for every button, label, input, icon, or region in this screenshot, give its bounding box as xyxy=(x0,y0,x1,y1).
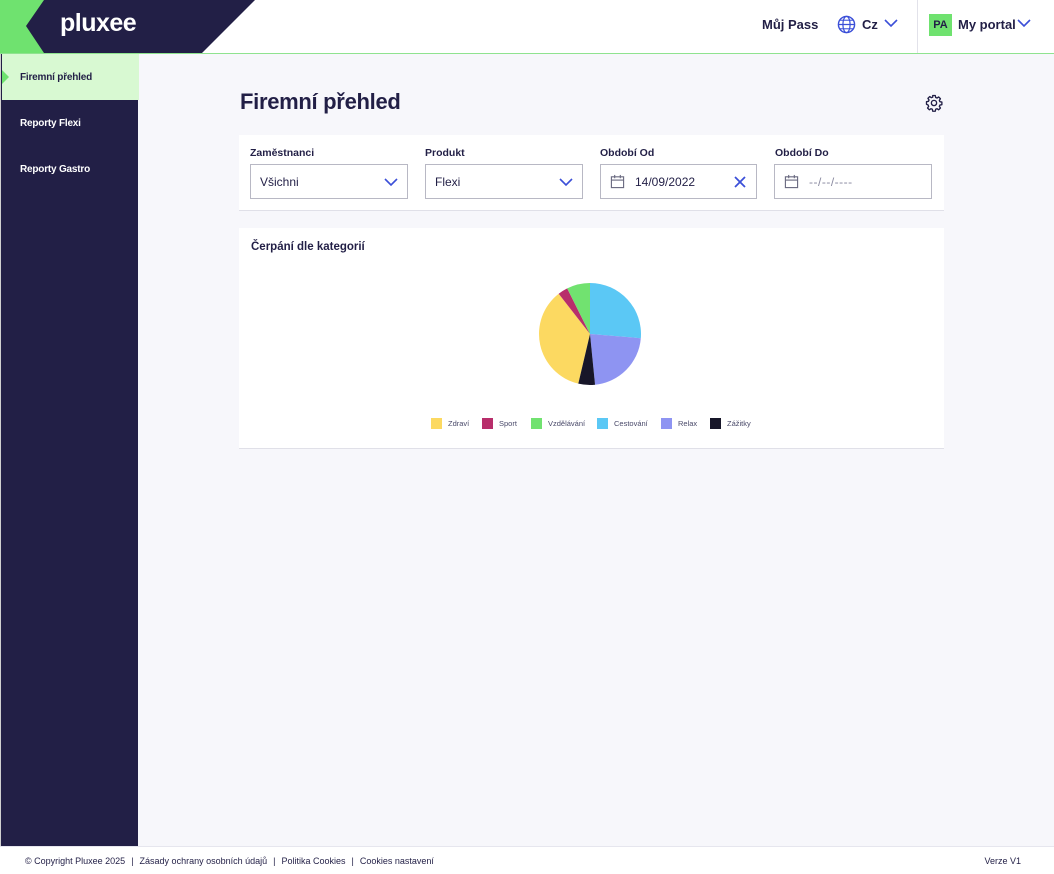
employees-value: Všichni xyxy=(260,175,299,189)
sidebar-item-label: Reporty Flexi xyxy=(20,117,81,129)
version-text: Verze V1 xyxy=(984,856,1021,866)
footer-separator: | xyxy=(351,856,354,866)
sidebar-item-reporty-flexi[interactable]: Reporty Flexi xyxy=(2,100,139,146)
calendar-icon[interactable] xyxy=(610,174,625,189)
copyright-text: © Copyright Pluxee 2025 xyxy=(25,856,126,866)
sidebar-item-label: Firemní přehled xyxy=(20,71,93,83)
legend-label: Cestování xyxy=(614,419,648,428)
legend-swatch xyxy=(431,418,442,429)
legend-label: Relax xyxy=(678,419,698,428)
pie-chart xyxy=(538,283,642,386)
footer: © Copyright Pluxee 2025 | Zásady ochrany… xyxy=(0,846,1054,874)
calendar-icon[interactable] xyxy=(784,174,799,189)
legend-swatch xyxy=(710,418,721,429)
cookies-policy-link[interactable]: Politika Cookies xyxy=(281,856,345,866)
logo-text: pluxee xyxy=(60,9,137,37)
employees-label: Zaměstnanci xyxy=(250,147,315,159)
filter-panel: Zaměstnanci Všichni Produkt Flexi Období… xyxy=(239,135,944,211)
legend-item[interactable]: Zážitky xyxy=(710,418,751,429)
product-select[interactable]: Flexi xyxy=(425,164,583,199)
date-to-placeholder: --/--/---- xyxy=(809,175,853,189)
chevron-down-icon[interactable] xyxy=(1017,19,1031,28)
page-title: Firemní přehled xyxy=(240,89,401,114)
date-from-value: 14/09/2022 xyxy=(635,175,696,189)
globe-icon[interactable] xyxy=(837,15,856,34)
gear-icon[interactable] xyxy=(925,94,943,112)
date-to-label: Období Do xyxy=(775,147,829,159)
date-from-field[interactable]: 14/09/2022 xyxy=(600,164,757,199)
sidebar-item-reporty-gastro[interactable]: Reporty Gastro xyxy=(2,146,139,192)
legend-swatch xyxy=(482,418,493,429)
header-divider xyxy=(917,0,918,53)
chart-title: Čerpání dle kategorií xyxy=(251,241,365,253)
legend-swatch xyxy=(661,418,672,429)
language-select[interactable]: Cz xyxy=(862,17,878,32)
logo[interactable]: pluxee xyxy=(0,0,255,53)
clear-icon[interactable] xyxy=(734,176,746,188)
pie-slice-4[interactable] xyxy=(590,283,642,339)
sidebar: Firemní přehled Reporty Flexi Reporty Ga… xyxy=(0,54,139,846)
legend-item[interactable]: Cestování xyxy=(597,418,648,429)
chevron-down-icon xyxy=(384,178,398,187)
chevron-down-icon[interactable] xyxy=(884,19,898,28)
legend-label: Zážitky xyxy=(727,419,751,428)
cookies-settings-link[interactable]: Cookies nastavení xyxy=(360,856,434,866)
legend-swatch xyxy=(597,418,608,429)
legend-item[interactable]: Relax xyxy=(661,418,697,429)
date-to-field[interactable]: --/--/---- xyxy=(774,164,932,199)
chart-legend: Zdraví Sport Vzdělávání Cestování Relax Zážit… xyxy=(239,418,944,432)
legend-item[interactable]: Zdraví xyxy=(431,418,469,429)
date-from-label: Období Od xyxy=(600,147,655,159)
legend-label: Vzdělávání xyxy=(548,419,586,428)
employees-select[interactable]: Všichni xyxy=(250,164,408,199)
privacy-link[interactable]: Zásady ochrany osobních údajů xyxy=(140,856,268,866)
legend-item[interactable]: Sport xyxy=(482,418,517,429)
legend-item[interactable]: Vzdělávání xyxy=(531,418,585,429)
my-portal-menu[interactable]: My portal xyxy=(958,17,1016,32)
sidebar-item-firemni-prehled[interactable]: Firemní přehled xyxy=(2,54,139,100)
top-header: pluxee Můj Pass Cz PA My portal xyxy=(0,0,1054,54)
chevron-down-icon xyxy=(559,178,573,187)
product-label: Produkt xyxy=(425,147,465,159)
legend-label: Zdraví xyxy=(448,419,470,428)
my-pass-link[interactable]: Můj Pass xyxy=(762,17,818,32)
footer-separator: | xyxy=(273,856,276,866)
product-value: Flexi xyxy=(435,175,461,189)
footer-separator: | xyxy=(131,856,134,866)
avatar[interactable]: PA xyxy=(929,14,952,36)
legend-label: Sport xyxy=(499,419,517,428)
pie-slice-5[interactable] xyxy=(590,334,641,385)
chart-card: Čerpání dle kategorií Zdraví Sport Vzděláv… xyxy=(239,228,944,449)
sidebar-item-label: Reporty Gastro xyxy=(20,163,90,175)
legend-swatch xyxy=(531,418,542,429)
